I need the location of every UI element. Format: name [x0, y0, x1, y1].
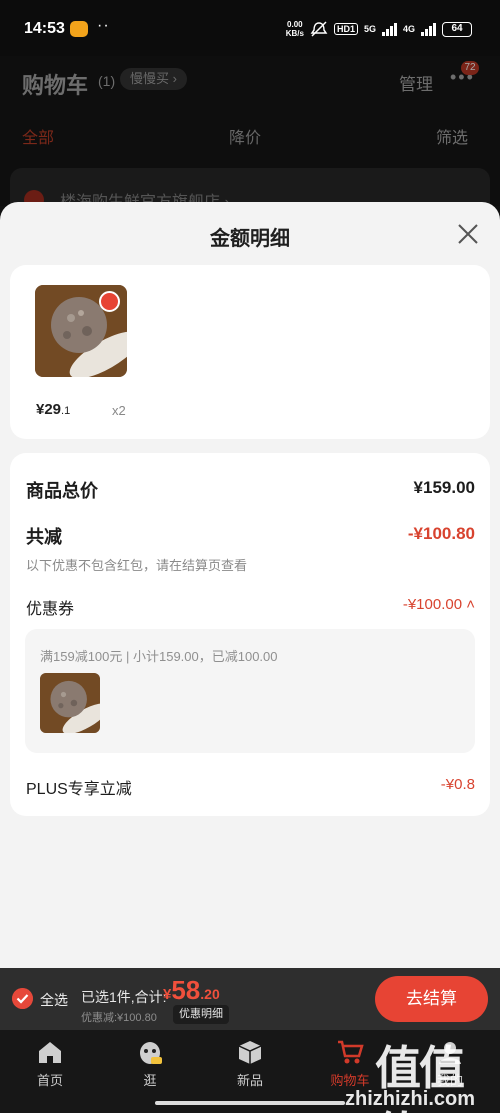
- weibo-notification-icon: [70, 21, 88, 37]
- home-icon: [39, 1042, 61, 1063]
- cart-title: 购物车: [22, 73, 89, 98]
- tab-cart-label: 购物车: [330, 1073, 370, 1088]
- coupon-description: 满159减100元 | 小计159.00，已减100.00: [40, 649, 278, 664]
- hd-badge: HD1: [333, 23, 358, 35]
- selected-items-card: ¥29.1 x2: [10, 265, 490, 439]
- net-speed: 0.00 KB/s: [286, 20, 304, 38]
- status-time: 14:53: [24, 20, 65, 37]
- net-speed-value: 0.00: [287, 20, 303, 29]
- coupon-value-toggle[interactable]: -¥100.00 ˄: [403, 596, 475, 613]
- discount-note: 以下优惠不包含红包，请在结算页查看: [26, 558, 248, 573]
- payable-int: 58: [171, 975, 201, 1005]
- cart-count: (1): [98, 73, 116, 89]
- coupon-product-thumbnail: [40, 673, 100, 733]
- status-indicators: 0.00 KB/s HD1 5G 4G 64: [286, 20, 472, 38]
- product-quantity: x2: [112, 403, 126, 418]
- box-icon: [238, 1041, 262, 1064]
- plus-discount-value: -¥0.8: [440, 776, 475, 793]
- slow-buy-chip: 慢慢买 ›: [120, 68, 187, 90]
- signal-icon: [381, 22, 397, 36]
- battery-icon: 64: [442, 21, 472, 37]
- tab-me[interactable]: 我的: [415, 1038, 485, 1089]
- sheet-title: 金额明细: [210, 228, 290, 250]
- cart-icon: [338, 1040, 364, 1064]
- checkout-bar: 全选 已选1件,合计: ¥58.20 优惠减:¥100.80 优惠明细 去结算: [0, 968, 500, 1030]
- net-4g-label: 4G: [402, 24, 415, 34]
- tab-cart[interactable]: 购物车: [315, 1038, 385, 1089]
- stroll-mascot-icon: [140, 1042, 162, 1064]
- profile-icon: [439, 1042, 461, 1064]
- home-indicator[interactable]: [155, 1101, 345, 1105]
- total-price-label: 商品总价: [26, 481, 98, 501]
- notify-badge: 72: [461, 61, 479, 75]
- amount-detail-sheet: 金额明细 ¥29.1 x2 商品总价 ¥159.00 共减 -¥100.80 以…: [0, 202, 500, 968]
- tab-home-label: 首页: [36, 1073, 63, 1088]
- discount-detail-button[interactable]: 优惠明细: [173, 1005, 229, 1024]
- select-all-label[interactable]: 全选: [40, 990, 68, 1010]
- product-checked-icon: [99, 291, 120, 312]
- discount-summary: 优惠减:¥100.80: [81, 1012, 157, 1024]
- product-price-int: ¥29: [36, 401, 62, 418]
- cart-tabs: 全部 降价 筛选: [0, 124, 500, 147]
- checkout-button[interactable]: 去结算: [375, 976, 488, 1022]
- signal-icon-2: [421, 22, 436, 36]
- net-5g-label: 5G: [363, 24, 376, 34]
- coupon-detail-box: 满159减100元 | 小计159.00，已减100.00: [25, 629, 475, 753]
- payable-dec: .20: [200, 986, 220, 1002]
- price-breakdown-card: 商品总价 ¥159.00 共减 -¥100.80 以下优惠不包含红包，请在结算页…: [10, 453, 490, 816]
- total-discount-label: 共减: [26, 527, 62, 547]
- tab-me-label: 我的: [436, 1073, 463, 1088]
- total-discount-value: -¥100.80: [407, 524, 475, 543]
- selected-summary: 已选1件,合计:: [81, 989, 167, 1005]
- tab-home[interactable]: 首页: [15, 1038, 85, 1089]
- tab-stroll-label: 逛: [143, 1073, 157, 1088]
- tab-stroll[interactable]: 逛: [115, 1038, 185, 1089]
- plus-discount-label: PLUS专享立减: [26, 781, 132, 798]
- meatball-thumb-image: [40, 673, 100, 733]
- total-price-value: ¥159.00: [413, 478, 475, 497]
- cart-page-background: 购物车 (1) 慢慢买 › 管理 ••• 72 全部 降价 筛选 楼海购生鲜官方…: [0, 56, 500, 211]
- status-bar: 14:53 ·· 0.00 KB/s HD1 5G 4G 64: [0, 0, 500, 56]
- tab-new[interactable]: 新品: [215, 1038, 285, 1089]
- tab-filter: 筛选: [436, 130, 469, 147]
- payable-amount: ¥58.20: [163, 975, 220, 1006]
- close-icon[interactable]: [456, 222, 480, 246]
- select-all-checkbox[interactable]: [12, 988, 33, 1009]
- product-price-dec: .1: [61, 405, 71, 417]
- coupon-label: 优惠券: [26, 601, 75, 618]
- net-speed-unit: KB/s: [285, 29, 304, 38]
- tab-all: 全部: [22, 130, 55, 147]
- tab-price-drop: 降价: [229, 130, 262, 147]
- manage-button: 管理: [399, 75, 433, 94]
- status-dots: ··: [97, 17, 110, 34]
- product-price: ¥29.1: [36, 401, 70, 418]
- tab-new-label: 新品: [236, 1073, 263, 1088]
- mute-icon: [310, 21, 328, 37]
